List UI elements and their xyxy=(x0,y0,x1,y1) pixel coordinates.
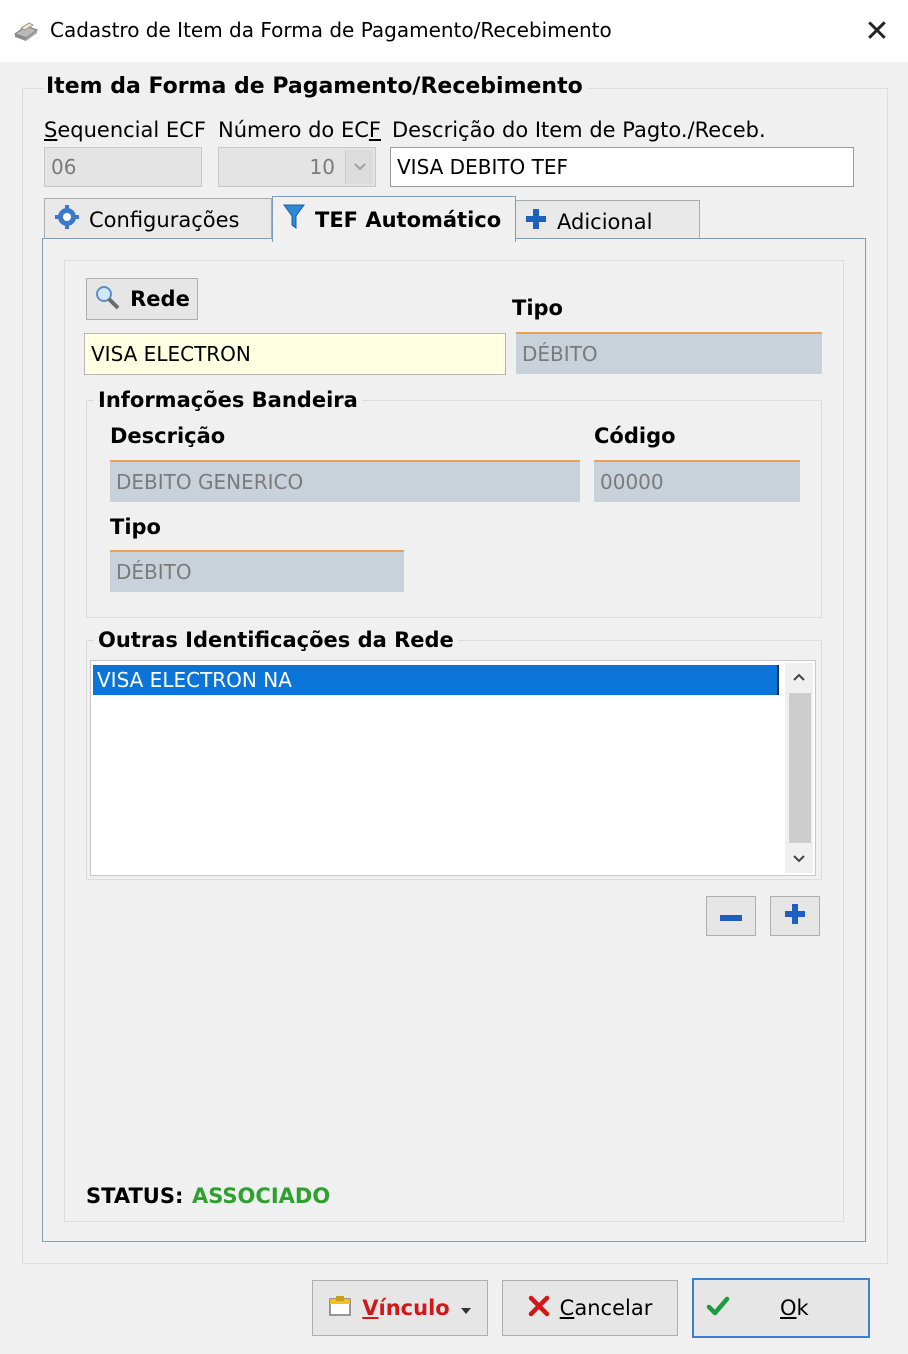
filter-icon xyxy=(283,203,305,236)
close-icon[interactable]: ✕ xyxy=(846,0,908,62)
gear-icon xyxy=(55,205,79,234)
magnifier-icon xyxy=(94,284,120,315)
ok-label: Ok xyxy=(780,1296,809,1320)
numero-ecf-value: 10 xyxy=(309,155,335,179)
sequencial-ecf-label: Sequencial ECF xyxy=(44,118,206,142)
tab-adicional[interactable]: Adicional xyxy=(514,200,700,242)
scrollbar-thumb[interactable] xyxy=(789,693,811,843)
outras-group-title: Outras Identificações da Rede xyxy=(94,628,458,652)
printer-icon xyxy=(12,20,40,42)
vinculo-label: Vínculo xyxy=(362,1296,450,1320)
tab-adicional-label: Adicional xyxy=(557,209,653,234)
outras-identificacoes-list[interactable]: VISA ELECTRON NA xyxy=(90,660,816,876)
tipo-label: Tipo xyxy=(512,296,563,320)
clipboard-icon xyxy=(328,1295,352,1322)
tab-tef-automatico-label: TEF Automático xyxy=(315,207,502,232)
tab-configuracoes-label: Configurações xyxy=(89,207,240,232)
status-value: ASSOCIADO xyxy=(192,1184,331,1208)
vertical-scrollbar[interactable] xyxy=(785,663,813,873)
add-identificacao-button[interactable] xyxy=(770,896,820,936)
bandeira-codigo-label: Código xyxy=(594,424,676,448)
tipo-field: DÉBITO xyxy=(516,332,822,374)
checkmark-icon xyxy=(706,1295,730,1322)
x-icon xyxy=(528,1295,550,1322)
minus-icon xyxy=(720,907,742,926)
bandeira-tipo-field: DÉBITO xyxy=(110,550,404,592)
remove-identificacao-button[interactable] xyxy=(706,896,756,936)
rede-button-label: Rede xyxy=(130,287,190,311)
status-label: STATUS: xyxy=(86,1184,184,1208)
rede-button[interactable]: Rede xyxy=(86,278,198,320)
cancelar-label: Cancelar xyxy=(559,1296,653,1320)
rede-input[interactable]: VISA ELECTRON xyxy=(84,333,506,375)
plus-icon xyxy=(525,208,547,235)
numero-ecf-label: Número do ECF xyxy=(218,118,381,142)
window-title: Cadastro de Item da Forma de Pagamento/R… xyxy=(50,18,612,42)
scroll-up-icon[interactable] xyxy=(785,663,813,691)
tab-configuracoes[interactable]: Configurações xyxy=(44,198,272,240)
bandeira-tipo-label: Tipo xyxy=(110,515,161,539)
vinculo-button[interactable]: Vínculo xyxy=(312,1280,488,1336)
caret-down-icon xyxy=(460,1296,472,1320)
descricao-item-label: Descrição do Item de Pagto./Receb. xyxy=(392,118,766,142)
cancelar-button[interactable]: Cancelar xyxy=(502,1280,678,1336)
sequencial-ecf-field: 06 xyxy=(44,147,202,187)
scroll-down-icon[interactable] xyxy=(785,845,813,873)
descricao-item-input[interactable]: VISA DEBITO TEF xyxy=(390,147,854,187)
list-item[interactable]: VISA ELECTRON NA xyxy=(93,665,779,695)
ok-button[interactable]: Ok xyxy=(692,1278,870,1338)
bandeira-codigo-field: 00000 xyxy=(594,460,800,502)
title-bar: Cadastro de Item da Forma de Pagamento/R… xyxy=(0,0,908,62)
bandeira-group-title: Informações Bandeira xyxy=(94,388,362,412)
tab-tef-automatico[interactable]: TEF Automático xyxy=(272,196,516,242)
bandeira-descricao-label: Descrição xyxy=(110,424,226,448)
bandeira-descricao-field: DEBITO GENERICO xyxy=(110,460,580,502)
numero-ecf-select: 10 xyxy=(218,147,376,187)
plus-icon xyxy=(784,903,806,929)
chevron-down-icon xyxy=(345,150,373,184)
item-group-title: Item da Forma de Pagamento/Recebimento xyxy=(44,74,587,99)
